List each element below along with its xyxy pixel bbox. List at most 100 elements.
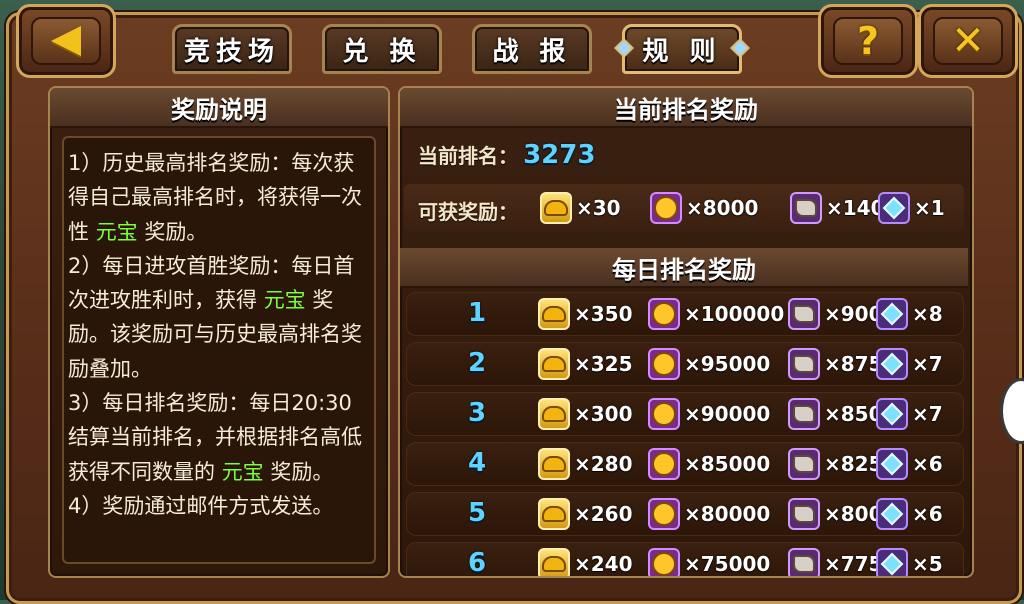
close-button-inner: ✕: [933, 17, 1003, 65]
reward-qty: ×140: [826, 196, 885, 220]
reward-yuanbao[interactable]: ×300: [538, 398, 633, 430]
rule-4: 4）奖励通过邮件方式发送。: [68, 493, 334, 518]
current-reward-ore[interactable]: ×140: [790, 192, 885, 224]
reward-yuanbao[interactable]: ×240: [538, 548, 633, 576]
rank-number: 4: [467, 448, 487, 478]
rule-2-yuanbao: 元宝: [263, 288, 306, 313]
reward-qty: ×825: [824, 452, 883, 476]
reward-qty: ×280: [574, 452, 633, 476]
reward-qty: ×325: [574, 352, 633, 376]
reward-yuanbao[interactable]: ×260: [538, 498, 633, 530]
rule-1-end: 奖励。: [137, 219, 208, 244]
reward-ore[interactable]: ×775: [788, 548, 883, 576]
tab-battle-report[interactable]: 战 报: [472, 24, 592, 74]
reward-qty: ×875: [824, 352, 883, 376]
reward-ore[interactable]: ×850: [788, 398, 883, 430]
reward-ore[interactable]: ×825: [788, 448, 883, 480]
reward-qty: ×85000: [684, 452, 771, 476]
reward-coin[interactable]: ×95000: [648, 348, 770, 380]
reward-qty: ×75000: [684, 552, 771, 576]
tab-rules-label: 规 则: [642, 36, 722, 67]
crystal-icon: [876, 448, 908, 480]
reward-ore[interactable]: ×875: [788, 348, 883, 380]
gold-coin-icon: [648, 498, 680, 530]
help-button[interactable]: ?: [818, 4, 918, 78]
rule-1-yuanbao: 元宝: [95, 219, 138, 244]
yuanbao-icon: [538, 448, 570, 480]
reward-qty: ×6: [912, 452, 943, 476]
crystal-icon: [876, 498, 908, 530]
daily-rank-row: 4 ×280 ×85000 ×825 ×6: [406, 442, 964, 486]
reward-qty: ×7: [912, 402, 943, 426]
reward-crystal[interactable]: ×7: [876, 398, 943, 430]
reward-qty: ×350: [574, 302, 633, 326]
reward-ore[interactable]: ×800: [788, 498, 883, 530]
crystal-icon: [876, 398, 908, 430]
ore-icon: [788, 348, 820, 380]
tab-battle-report-label: 战 报: [492, 36, 572, 67]
gold-coin-icon: [648, 398, 680, 430]
reward-coin[interactable]: ×85000: [648, 448, 770, 480]
reward-qty: ×6: [912, 502, 943, 526]
close-icon: ✕: [951, 18, 985, 64]
reward-ore[interactable]: ×900: [788, 298, 883, 330]
rank-number: 1: [467, 298, 487, 328]
reward-yuanbao[interactable]: ×350: [538, 298, 633, 330]
reward-coin[interactable]: ×75000: [648, 548, 770, 576]
rule-3: 3）每日排名奖励：每日20:30结算当前排名，并根据排名高低获得不同数量的 元宝…: [68, 386, 368, 489]
current-reward-yuanbao[interactable]: ×30: [540, 192, 621, 224]
reward-qty: ×850: [824, 402, 883, 426]
current-reward-crystal[interactable]: ×1: [878, 192, 945, 224]
yuanbao-icon: [538, 398, 570, 430]
gold-coin-icon: [648, 548, 680, 576]
yuanbao-icon: [538, 298, 570, 330]
tab-exchange[interactable]: 兑 换: [322, 24, 442, 74]
gold-coin-icon: [648, 348, 680, 380]
reward-crystal[interactable]: ×8: [876, 298, 943, 330]
back-button[interactable]: [16, 4, 116, 78]
gold-coin-icon: [648, 298, 680, 330]
reward-crystal[interactable]: ×6: [876, 448, 943, 480]
reward-qty: ×7: [912, 352, 943, 376]
tab-exchange-label: 兑 换: [342, 36, 422, 67]
daily-rank-title: 每日排名奖励: [400, 248, 968, 288]
ore-icon: [790, 192, 822, 224]
reward-qty: ×30: [576, 196, 621, 220]
ore-icon: [788, 398, 820, 430]
reward-coin[interactable]: ×80000: [648, 498, 770, 530]
rule-3-yuanbao: 元宝: [221, 459, 264, 484]
rules-text-box[interactable]: 1）历史最高排名奖励：每次获得自己最高排名时，将获得一次性 元宝 奖励。 2）每…: [62, 136, 376, 564]
reward-crystal[interactable]: ×6: [876, 498, 943, 530]
close-button[interactable]: ✕: [918, 4, 1018, 78]
gold-coin-icon: [650, 192, 682, 224]
daily-rank-row: 1 ×350 ×100000 ×900 ×8: [406, 292, 964, 336]
daily-rank-row: 3 ×300 ×90000 ×850 ×7: [406, 392, 964, 436]
rank-number: 5: [467, 498, 487, 528]
current-rank-info: 当前排名： 3273: [418, 140, 595, 170]
yuanbao-icon: [540, 192, 572, 224]
crystal-icon: [878, 192, 910, 224]
reward-yuanbao[interactable]: ×280: [538, 448, 633, 480]
reward-qty: ×800: [824, 502, 883, 526]
yuanbao-icon: [538, 548, 570, 576]
reward-qty: ×240: [574, 552, 633, 576]
reward-coin[interactable]: ×100000: [648, 298, 784, 330]
reward-crystal[interactable]: ×7: [876, 348, 943, 380]
current-reward-coin[interactable]: ×8000: [650, 192, 758, 224]
tab-arena[interactable]: 竞技场: [172, 24, 292, 74]
tab-rules[interactable]: 规 则: [614, 24, 750, 74]
ore-icon: [788, 548, 820, 576]
rank-number: 3: [467, 398, 487, 428]
current-rank-label: 当前排名：: [418, 144, 518, 168]
daily-rank-row: 5 ×260 ×80000 ×800 ×6: [406, 492, 964, 536]
reward-qty: ×260: [574, 502, 633, 526]
rule-2: 2）每日进攻首胜奖励：每日首次进攻胜利时，获得 元宝 奖励。该奖励可与历史最高排…: [68, 249, 368, 386]
reward-crystal[interactable]: ×5: [876, 548, 943, 576]
reward-qty: ×300: [574, 402, 633, 426]
daily-rank-row: 6 ×240 ×75000 ×775 ×5: [406, 542, 964, 576]
daily-rank-list[interactable]: 1 ×350 ×100000 ×900 ×8 2 ×325 ×95000 ×87…: [398, 284, 970, 576]
reward-yuanbao[interactable]: ×325: [538, 348, 633, 380]
question-mark-icon: ?: [856, 19, 880, 63]
yuanbao-icon: [538, 348, 570, 380]
reward-coin[interactable]: ×90000: [648, 398, 770, 430]
